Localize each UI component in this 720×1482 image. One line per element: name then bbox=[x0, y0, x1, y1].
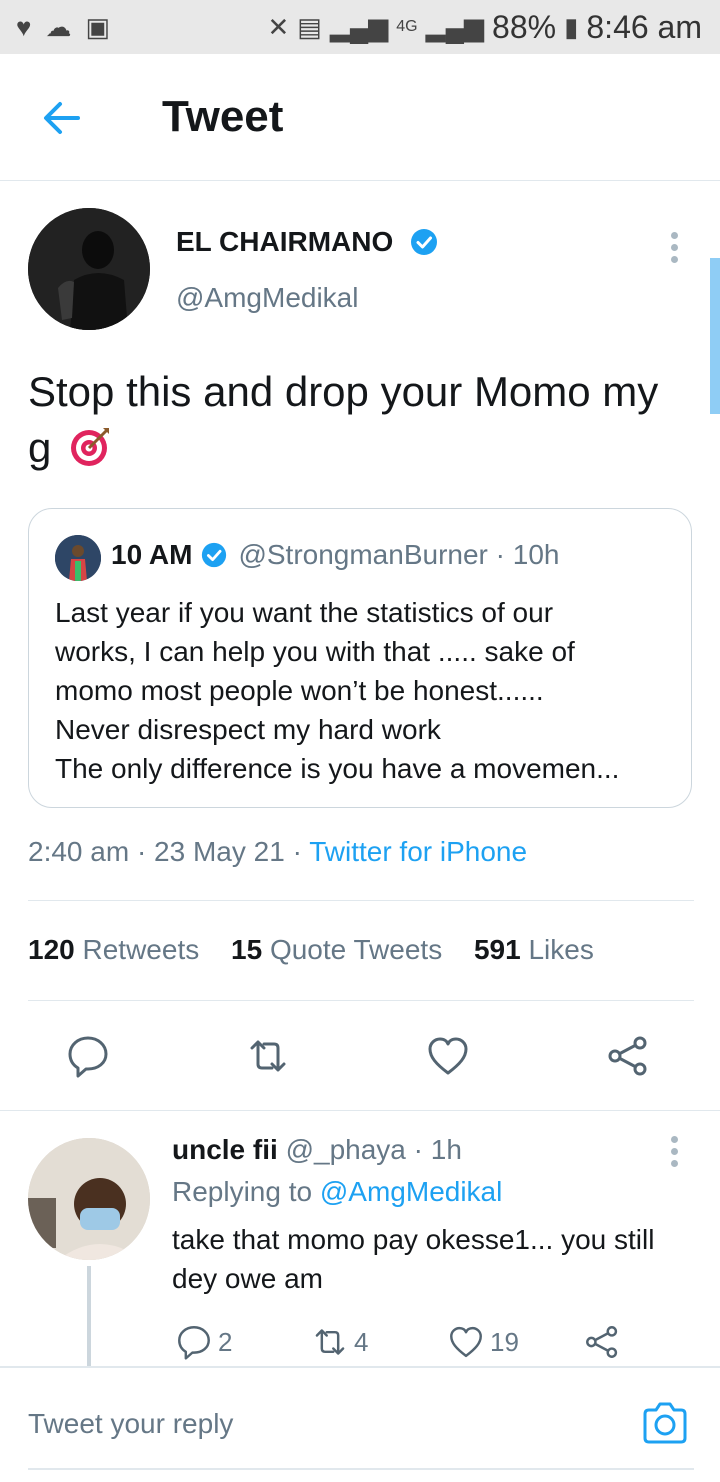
reply-input[interactable]: Tweet your reply bbox=[28, 1408, 233, 1440]
clock: 8:46 am bbox=[586, 8, 702, 45]
quoted-avatar[interactable] bbox=[55, 535, 101, 581]
heart-notification-icon: ♥ bbox=[16, 12, 32, 42]
thread-line bbox=[87, 1266, 91, 1366]
signal-icon-2: ▂▄▆ bbox=[425, 12, 485, 42]
retweet-icon[interactable] bbox=[246, 1034, 290, 1078]
more-vertical-icon[interactable] bbox=[671, 1136, 679, 1170]
divider bbox=[0, 1110, 720, 1111]
tweet-stats: 120 Retweets 15 Quote Tweets 591 Likes bbox=[28, 934, 618, 966]
reply-author-avatar[interactable] bbox=[28, 1138, 150, 1260]
target-emoji-icon bbox=[71, 428, 110, 466]
author-avatar[interactable] bbox=[28, 208, 150, 330]
author-name[interactable]: EL CHAIRMANO bbox=[176, 226, 439, 258]
quoted-line: momo most people won’t be honest...... bbox=[55, 675, 544, 706]
camera-icon[interactable] bbox=[640, 1398, 690, 1448]
quoted-line: Never disrespect my hard work bbox=[55, 714, 441, 745]
cloud-upload-icon: ☁ bbox=[45, 12, 72, 42]
divider bbox=[28, 1468, 694, 1470]
quoted-line: works, I can help you with that ..... sa… bbox=[55, 636, 575, 667]
reply-reply-button[interactable]: 2 bbox=[176, 1322, 232, 1362]
arrow-left-icon[interactable] bbox=[42, 98, 82, 138]
reply-author-name[interactable]: uncle fii bbox=[172, 1134, 278, 1165]
more-vertical-icon[interactable] bbox=[671, 232, 679, 266]
scroll-indicator bbox=[710, 258, 720, 414]
app-header: Tweet bbox=[0, 54, 720, 181]
tweet-source-link[interactable]: Twitter for iPhone bbox=[309, 836, 527, 867]
quoted-tweet-text: Last year if you want the statistics of … bbox=[55, 593, 675, 788]
gallery-icon: ▣ bbox=[85, 12, 111, 42]
verified-badge-icon bbox=[202, 542, 227, 568]
reply-like-button[interactable]: 19 bbox=[448, 1322, 519, 1362]
mention-link[interactable]: @AmgMedikal bbox=[320, 1176, 502, 1207]
battery-percent: 88% bbox=[492, 8, 557, 45]
network-type: 4G bbox=[396, 18, 418, 35]
share-icon[interactable] bbox=[606, 1034, 650, 1078]
likes-stat[interactable]: 591 Likes bbox=[474, 934, 594, 965]
quoted-line: The only difference is you have a moveme… bbox=[55, 753, 620, 784]
page-title: Tweet bbox=[162, 92, 284, 141]
heart-icon bbox=[450, 1326, 482, 1358]
divider bbox=[28, 900, 694, 901]
retweet-icon bbox=[315, 1329, 345, 1355]
reply-icon bbox=[178, 1326, 210, 1360]
status-bar: ♥ ☁ ▣ ✕ ▤ ▂▄▆ 4G ▂▄▆ 88% ▮ 8:46 am bbox=[0, 0, 720, 54]
retweet-count: 4 bbox=[354, 1326, 369, 1357]
tweet-timestamp: 2:40 am · 23 May 21 · Twitter for iPhone bbox=[28, 836, 528, 867]
quoted-line: Last year if you want the statistics of … bbox=[55, 597, 554, 628]
reply-text: take that momo pay okesse1... you still … bbox=[172, 1224, 655, 1294]
signal-icon: ▂▄▆ bbox=[329, 12, 389, 42]
quoted-author-name: 10 AM bbox=[111, 539, 193, 570]
author-handle[interactable]: @AmgMedikal bbox=[176, 282, 358, 314]
reply-header: uncle fii @_phaya · 1h bbox=[172, 1134, 462, 1166]
reply-count: 2 bbox=[218, 1326, 233, 1357]
reply-compose-bar: Tweet your reply bbox=[0, 1366, 720, 1482]
divider bbox=[28, 1000, 694, 1001]
reply-handle-time: @_phaya · 1h bbox=[285, 1134, 462, 1165]
reply-retweet-button[interactable]: 4 bbox=[312, 1322, 368, 1362]
reply-share-button[interactable] bbox=[584, 1322, 620, 1362]
quoted-tweet-card[interactable]: 10 AM @StrongmanBurner · 10h Last year if… bbox=[28, 508, 692, 808]
retweets-stat[interactable]: 120 Retweets bbox=[28, 934, 199, 965]
quoted-handle-time: @StrongmanBurner · 10h bbox=[238, 539, 560, 570]
quoted-header: 10 AM @StrongmanBurner · 10h bbox=[111, 539, 559, 571]
tweet-text: Stop this and drop your Momo my g bbox=[28, 368, 659, 471]
sim-icon: ▤ bbox=[297, 12, 322, 42]
reply-icon[interactable] bbox=[66, 1034, 110, 1078]
heart-icon[interactable] bbox=[426, 1034, 470, 1078]
replying-to: Replying to @AmgMedikal bbox=[172, 1176, 503, 1207]
quote-tweets-stat[interactable]: 15 Quote Tweets bbox=[231, 934, 442, 965]
like-count: 19 bbox=[490, 1326, 519, 1357]
mute-icon: ✕ bbox=[267, 12, 290, 42]
share-icon bbox=[586, 1326, 618, 1358]
verified-badge-icon bbox=[411, 229, 438, 255]
battery-icon: ▮ bbox=[564, 12, 579, 42]
